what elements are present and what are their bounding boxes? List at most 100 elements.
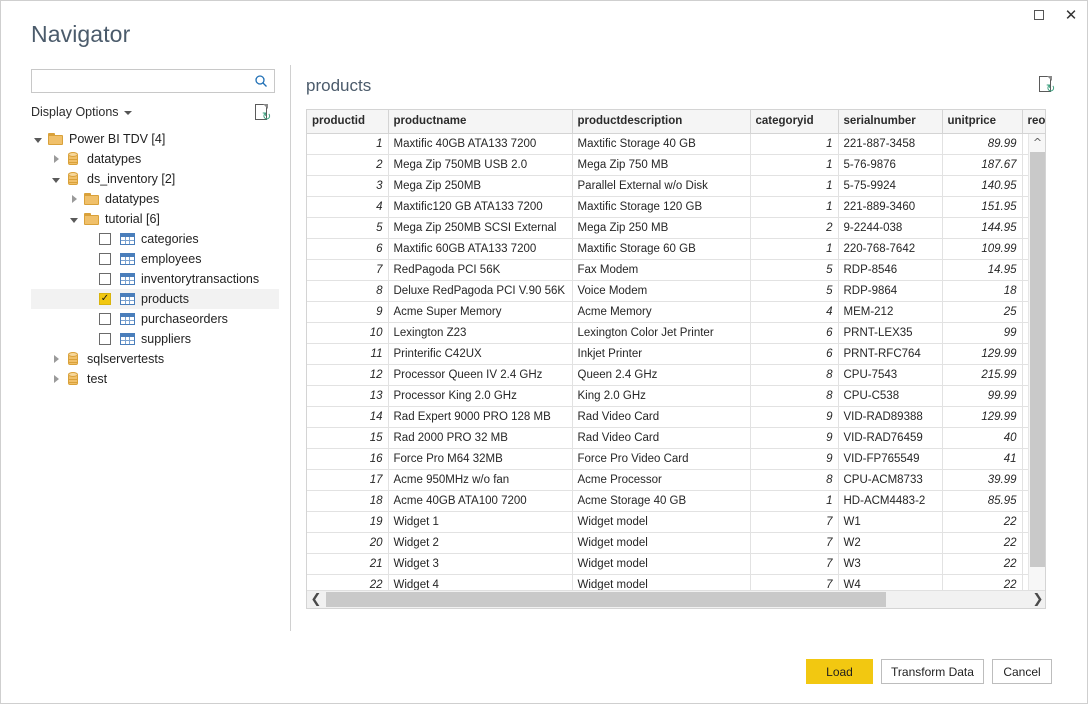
table-row[interactable]: 19Widget 1Widget model7W122 (307, 511, 1046, 532)
source-tree[interactable]: Power BI TDV [4]datatypesds_inventory [2… (31, 129, 279, 599)
refresh-preview-icon[interactable]: ↻ (1039, 75, 1057, 95)
table-row[interactable]: 16Force Pro M64 32MBForce Pro Video Card… (307, 448, 1046, 469)
table-row[interactable]: 12Processor Queen IV 2.4 GHzQueen 2.4 GH… (307, 364, 1046, 385)
cell-productname: Mega Zip 250MB SCSI External (388, 217, 572, 238)
table-row[interactable]: 13Processor King 2.0 GHzKing 2.0 GHz8CPU… (307, 385, 1046, 406)
table-row[interactable]: 18Acme 40GB ATA100 7200Acme Storage 40 G… (307, 490, 1046, 511)
tree-spacer (85, 289, 99, 309)
table-row[interactable]: 10Lexington Z23Lexington Color Jet Print… (307, 322, 1046, 343)
column-header-productid[interactable]: productid (307, 110, 388, 133)
checkbox-suppliers[interactable] (99, 333, 111, 345)
column-header-unitprice[interactable]: unitprice (942, 110, 1022, 133)
tree-spacer (85, 269, 99, 289)
table-row[interactable]: 3Mega Zip 250MBParallel External w/o Dis… (307, 175, 1046, 196)
cancel-button[interactable]: Cancel (992, 659, 1052, 684)
tree-item-datatypes[interactable]: datatypes (31, 189, 279, 209)
cell-serialnumber: RDP-8546 (838, 259, 942, 280)
table-row[interactable]: 20Widget 2Widget model7W222 (307, 532, 1046, 553)
expand-arrow-icon[interactable] (67, 189, 81, 209)
transform-data-button[interactable]: Transform Data (881, 659, 984, 684)
horizontal-scrollbar[interactable]: ❮ ❯ (307, 590, 1046, 608)
tree-item-label: purchaseorders (140, 312, 228, 326)
tree-item-power-bi-tdv-4-[interactable]: Power BI TDV [4] (31, 129, 279, 149)
tree-item-ds-inventory-2-[interactable]: ds_inventory [2] (31, 169, 279, 189)
vertical-scroll-thumb[interactable] (1030, 152, 1045, 567)
checkbox-categories[interactable] (99, 233, 111, 245)
tree-spacer (85, 309, 99, 329)
refresh-preview-icon[interactable]: ↻ (255, 103, 273, 123)
table-row[interactable]: 6Maxtific 60GB ATA133 7200Maxtific Stora… (307, 238, 1046, 259)
cell-serialnumber: CPU-7543 (838, 364, 942, 385)
column-header-productdescription[interactable]: productdescription (572, 110, 750, 133)
table-row[interactable]: 15Rad 2000 PRO 32 MBRad Video Card9VID-R… (307, 427, 1046, 448)
tree-item-purchaseorders[interactable]: purchaseorders (31, 309, 279, 329)
cell-unitprice: 22 (942, 532, 1022, 553)
tree-item-sqlservertests[interactable]: sqlservertests (31, 349, 279, 369)
table-icon (117, 289, 137, 309)
tree-item-products[interactable]: ✓products (31, 289, 279, 309)
cell-productid: 6 (307, 238, 388, 259)
column-header-productname[interactable]: productname (388, 110, 572, 133)
table-row[interactable]: 21Widget 3Widget model7W322 (307, 553, 1046, 574)
cell-categoryid: 9 (750, 448, 838, 469)
database-icon (63, 149, 83, 169)
table-row[interactable]: 2Mega Zip 750MB USB 2.0Mega Zip 750 MB15… (307, 154, 1046, 175)
maximize-icon (1034, 10, 1044, 20)
collapse-arrow-icon[interactable] (49, 169, 63, 189)
cell-productname: Acme 950MHz w/o fan (388, 469, 572, 490)
checkbox-employees[interactable] (99, 253, 111, 265)
maximize-button[interactable] (1023, 1, 1055, 29)
display-options-dropdown[interactable]: Display Options (31, 105, 132, 119)
scroll-left-icon[interactable]: ❮ (307, 591, 325, 608)
expand-arrow-icon[interactable] (49, 369, 63, 389)
search-input[interactable] (32, 70, 250, 92)
tree-item-suppliers[interactable]: suppliers (31, 329, 279, 349)
title-bar: ✕ (1, 1, 1087, 29)
cell-unitprice: 22 (942, 511, 1022, 532)
column-header-categoryid[interactable]: categoryid (750, 110, 838, 133)
collapse-arrow-icon[interactable] (67, 209, 81, 229)
expand-arrow-icon[interactable] (49, 149, 63, 169)
collapse-arrow-icon[interactable] (31, 129, 45, 149)
cell-unitprice: 99.99 (942, 385, 1022, 406)
table-row[interactable]: 4Maxtific120 GB ATA133 7200Maxtific Stor… (307, 196, 1046, 217)
cell-productname: Processor Queen IV 2.4 GHz (388, 364, 572, 385)
column-header-serialnumber[interactable]: serialnumber (838, 110, 942, 133)
column-header-reorde[interactable]: reorde (1022, 110, 1046, 133)
table-row[interactable]: 17Acme 950MHz w/o fanAcme Processor8CPU-… (307, 469, 1046, 490)
table-row[interactable]: 1Maxtific 40GB ATA133 7200Maxtific Stora… (307, 133, 1046, 154)
tree-item-categories[interactable]: categories (31, 229, 279, 249)
tree-spacer (85, 329, 99, 349)
close-button[interactable]: ✕ (1055, 1, 1087, 29)
tree-item-inventorytransactions[interactable]: inventorytransactions (31, 269, 279, 289)
scroll-right-icon[interactable]: ❯ (1029, 591, 1046, 608)
display-options-row: Display Options ↻ (31, 105, 279, 125)
table-row[interactable]: 11Printerific C42UXInkjet Printer6PRNT-R… (307, 343, 1046, 364)
table-row[interactable]: 8Deluxe RedPagoda PCI V.90 56KVoice Mode… (307, 280, 1046, 301)
tree-item-tutorial-6-[interactable]: tutorial [6] (31, 209, 279, 229)
cell-productname: Rad Expert 9000 PRO 128 MB (388, 406, 572, 427)
close-icon: ✕ (1065, 8, 1078, 23)
tree-item-test[interactable]: test (31, 369, 279, 389)
horizontal-scroll-thumb[interactable] (326, 592, 886, 607)
table-row[interactable]: 7RedPagoda PCI 56KFax Modem5RDP-854614.9… (307, 259, 1046, 280)
cell-unitprice: 99 (942, 322, 1022, 343)
vertical-scrollbar[interactable]: ^ ⌄ (1028, 134, 1045, 608)
table-row[interactable]: 9Acme Super MemoryAcme Memory4MEM-21225 (307, 301, 1046, 322)
expand-arrow-icon[interactable] (49, 349, 63, 369)
tree-item-datatypes[interactable]: datatypes (31, 149, 279, 169)
scroll-up-icon[interactable]: ^ (1029, 134, 1046, 151)
load-button[interactable]: Load (806, 659, 873, 684)
search-icon[interactable] (252, 72, 270, 90)
table-row[interactable]: 5Mega Zip 250MB SCSI ExternalMega Zip 25… (307, 217, 1046, 238)
checkbox-products[interactable]: ✓ (99, 293, 111, 305)
cell-productid: 5 (307, 217, 388, 238)
cell-serialnumber: CPU-C538 (838, 385, 942, 406)
search-box[interactable] (31, 69, 275, 93)
table-row[interactable]: 14Rad Expert 9000 PRO 128 MBRad Video Ca… (307, 406, 1046, 427)
table-icon (117, 309, 137, 329)
tree-item-employees[interactable]: employees (31, 249, 279, 269)
cell-productdescription: Widget model (572, 553, 750, 574)
checkbox-purchaseorders[interactable] (99, 313, 111, 325)
checkbox-inventorytransactions[interactable] (99, 273, 111, 285)
